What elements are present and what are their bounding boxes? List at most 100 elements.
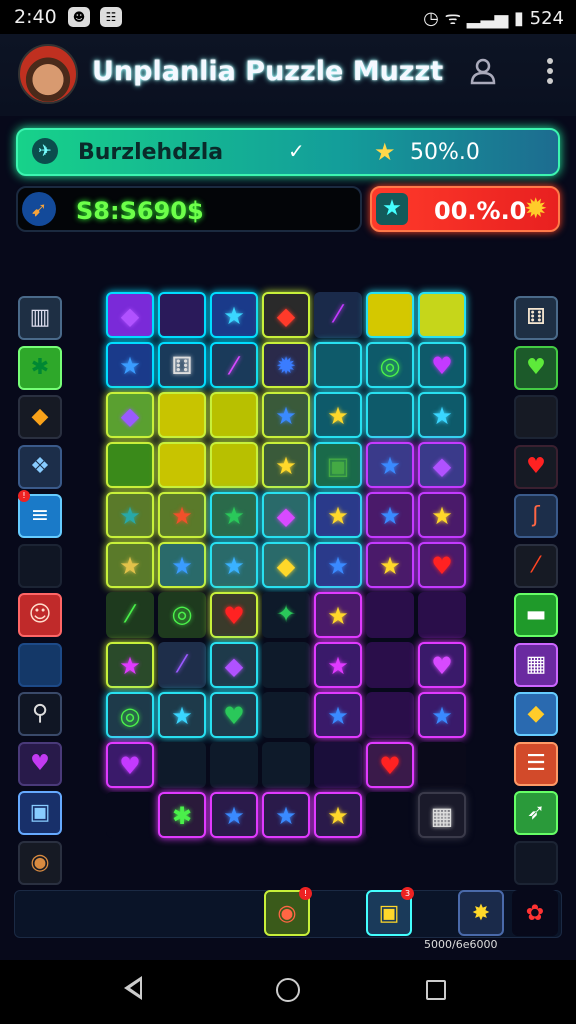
board-cell[interactable]: ★ (418, 692, 466, 738)
board-cell[interactable]: ★ (106, 342, 154, 388)
board-cell[interactable] (418, 292, 466, 338)
board-cell[interactable] (210, 442, 258, 488)
board-cell[interactable] (418, 592, 466, 638)
board-cell[interactable]: ⁄ (106, 592, 154, 638)
board-cell[interactable]: ★ (262, 442, 310, 488)
board-cell[interactable]: ♥ (210, 692, 258, 738)
building-icon[interactable]: ▥ (18, 296, 62, 340)
board-cell[interactable]: ◎ (366, 342, 414, 388)
blank-icon[interactable] (18, 543, 62, 588)
board-cell[interactable] (366, 692, 414, 738)
board-cell[interactable] (158, 292, 206, 338)
user-icon[interactable] (468, 56, 498, 86)
board-cell[interactable]: ★ (262, 392, 310, 438)
board-cell[interactable]: ★ (314, 792, 362, 838)
board-cell[interactable] (366, 592, 414, 638)
board-cell[interactable] (106, 792, 154, 838)
board-cell[interactable]: ★ (262, 792, 310, 838)
more-icon[interactable] (538, 54, 562, 88)
board-cell[interactable] (314, 742, 362, 788)
board-cell[interactable]: ⁄ (314, 292, 362, 338)
recent-icon[interactable] (426, 980, 446, 1000)
board-cell[interactable] (366, 392, 414, 438)
flower-icon[interactable]: ✿ (512, 890, 558, 936)
board-cell[interactable]: ◆ (418, 442, 466, 488)
hook-icon[interactable]: ʃ (514, 494, 558, 538)
grid-icon[interactable]: ▦ (514, 642, 558, 687)
board-cell[interactable]: ★ (314, 542, 362, 588)
board-cell[interactable] (366, 792, 414, 838)
board-cell[interactable]: ★ (314, 392, 362, 438)
board-cell[interactable]: ⁄ (158, 642, 206, 688)
board-cell[interactable]: ★ (366, 542, 414, 588)
board-cell[interactable] (210, 742, 258, 788)
rocket-icon[interactable]: ➶ (514, 791, 558, 835)
board-cell[interactable] (158, 392, 206, 438)
home-icon[interactable] (276, 978, 300, 1002)
board-cell[interactable]: ♥ (106, 742, 154, 788)
board-cell[interactable]: ♥ (418, 542, 466, 588)
board-cell[interactable] (210, 392, 258, 438)
board-cell[interactable]: ♥ (366, 742, 414, 788)
board-cell[interactable]: ▦ (418, 792, 466, 838)
puzzle-icon[interactable]: ✱ (18, 345, 62, 390)
avatar[interactable] (18, 44, 78, 104)
board-cell[interactable]: ◆ (262, 292, 310, 338)
board-cell[interactable] (262, 692, 310, 738)
heart-icon[interactable]: ♥ (18, 741, 62, 786)
board-cell[interactable]: ★ (418, 392, 466, 438)
board-cell[interactable]: ★ (106, 642, 154, 688)
blank-icon[interactable] (514, 395, 558, 439)
gear-icon[interactable]: ✸ (458, 890, 504, 936)
board-cell[interactable]: ♥ (210, 592, 258, 638)
board-cell[interactable]: ◆ (262, 492, 310, 538)
board-cell[interactable]: ✱ (158, 792, 206, 838)
puzzle-board[interactable]: ◆ ★ ◆ ⁄ ★ ⚅ ⁄ ✹ ◎ ♥ ◆ ★ ★ ★ ★ ▣ ★ ◆ ★ ★ ★ ◆ ★ ★ ★ ★ ★ ★ ◆ ★ ★ ♥ ⁄ ◎ ♥ ✦ ★ ★ ⁄ ◆… (106, 292, 470, 838)
dice-icon[interactable]: ⚅ (514, 296, 558, 340)
fruit-icon[interactable]: ◆ (18, 395, 62, 439)
board-cell[interactable]: ◎ (158, 592, 206, 638)
board-cell[interactable]: ★ (158, 692, 206, 738)
bonus-bar[interactable]: ★ 00.%.0 ✹ (370, 186, 560, 232)
board-cell[interactable]: ★ (210, 492, 258, 538)
screen-icon[interactable]: ▣ (18, 791, 62, 835)
snail-icon[interactable]: ◉! (264, 887, 312, 936)
bird-icon[interactable]: ❖ (18, 444, 62, 489)
bar-icon[interactable]: ▬ (514, 593, 558, 637)
board-cell[interactable]: ★ (158, 492, 206, 538)
board-cell[interactable] (106, 442, 154, 488)
chili-icon[interactable]: ⁄ (514, 543, 558, 588)
search-icon[interactable]: ⚲ (18, 692, 62, 736)
character-icon[interactable]: ☺ (18, 593, 62, 637)
stack-icon[interactable]: ☰ (514, 741, 558, 786)
board-cell[interactable]: ◆ (262, 542, 310, 588)
barrel-icon[interactable]: ◉ (18, 840, 62, 885)
board-cell[interactable] (158, 442, 206, 488)
board-cell[interactable]: ◆ (106, 292, 154, 338)
board-cell[interactable]: ⁄ (210, 342, 258, 388)
list-icon[interactable]: ≡! (18, 490, 62, 538)
blank-tile-icon[interactable] (18, 642, 62, 687)
board-cell[interactable]: ★ (106, 492, 154, 538)
board-cell[interactable] (314, 342, 362, 388)
board-cell[interactable]: ✹ (262, 342, 310, 388)
board-cell[interactable] (262, 742, 310, 788)
board-cell[interactable]: ✦ (262, 592, 310, 638)
board-cell[interactable]: ★ (158, 542, 206, 588)
board-cell[interactable]: ★ (314, 492, 362, 538)
board-cell[interactable] (158, 742, 206, 788)
diamond-icon[interactable]: ◆ (514, 692, 558, 736)
board-cell[interactable]: ⚅ (158, 342, 206, 388)
board-cell[interactable]: ★ (314, 592, 362, 638)
board-cell[interactable] (262, 642, 310, 688)
heart-green-icon[interactable]: ♥ (514, 345, 558, 390)
board-cell[interactable] (366, 642, 414, 688)
board-cell[interactable]: ♥ (418, 342, 466, 388)
blank-icon-2[interactable] (514, 840, 558, 885)
heart-red-icon[interactable]: ♥ (514, 444, 558, 489)
board-cell[interactable]: ★ (210, 292, 258, 338)
board-cell[interactable]: ★ (366, 492, 414, 538)
board-cell[interactable]: ★ (210, 792, 258, 838)
board-cell[interactable]: ★ (418, 492, 466, 538)
board-cell[interactable]: ▣ (314, 442, 362, 488)
